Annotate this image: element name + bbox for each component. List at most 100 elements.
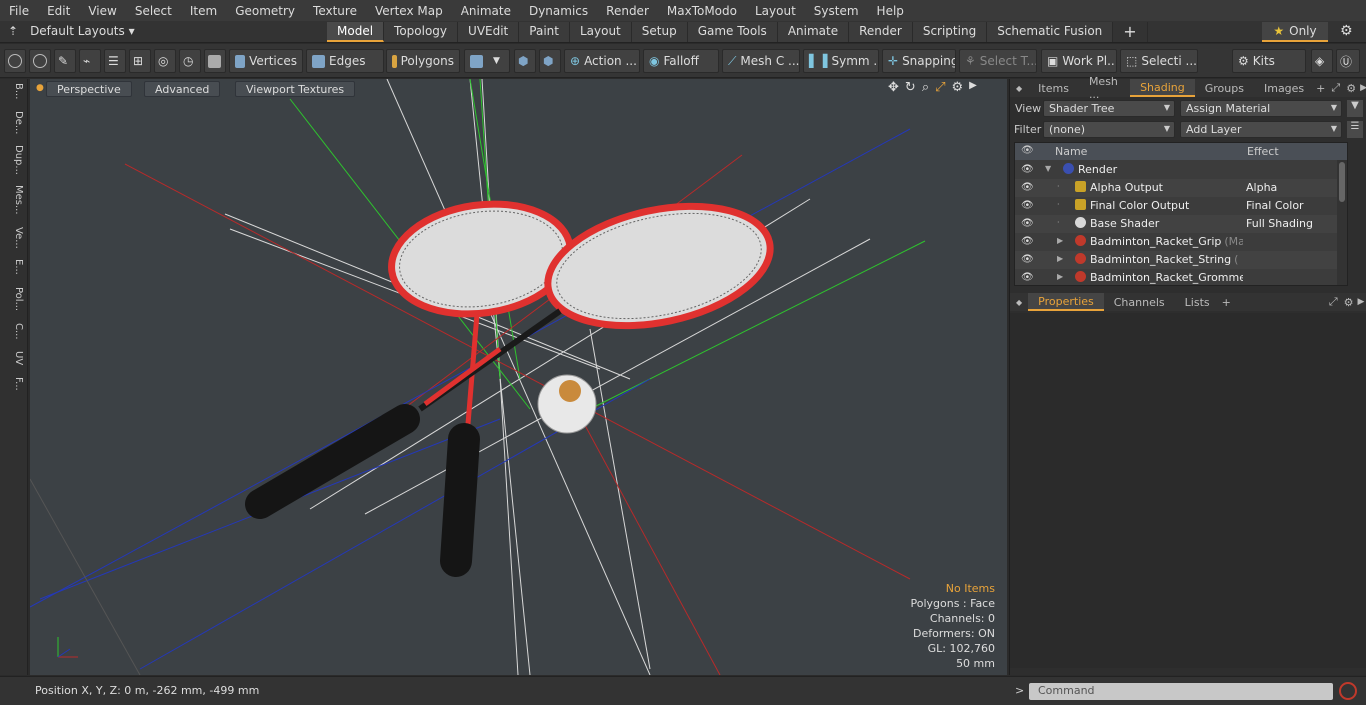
tab-images[interactable]: Images (1254, 79, 1314, 97)
command-input[interactable]: Command (1029, 683, 1333, 700)
shader-tree-row[interactable]: 👁 · Final Color Output Final Color (1015, 197, 1347, 215)
tab-shading[interactable]: Shading (1130, 79, 1195, 97)
zoom-icon[interactable]: ⌕ (922, 80, 929, 95)
visibility-eye-icon[interactable]: 👁 (1021, 272, 1034, 283)
brush-button[interactable]: ⌁ (79, 49, 101, 73)
panel-options-dot-icon[interactable]: ◆ (1010, 298, 1028, 307)
unity-button[interactable]: ◈ (1311, 49, 1333, 73)
3d-viewport[interactable]: ● Perspective Advanced Viewport Textures… (30, 79, 1007, 675)
item-mode-button[interactable] (204, 49, 226, 73)
maximize-icon[interactable]: ⤢ (1331, 81, 1340, 95)
layer-effect-dropdown[interactable]: Final Color (1246, 199, 1344, 212)
menu-item[interactable]: Item (181, 4, 226, 18)
align-button[interactable]: ☰ (104, 49, 126, 73)
tab-game-tools[interactable]: Game Tools (687, 22, 778, 42)
chevron-right-icon[interactable]: ▶ (1358, 297, 1365, 307)
tab-items[interactable]: Items (1028, 79, 1079, 97)
tab-properties[interactable]: Properties (1028, 293, 1104, 311)
tab-schematic-fusion[interactable]: Schematic Fusion (987, 22, 1114, 42)
expand-arrow-icon[interactable]: ▶ (1057, 254, 1063, 263)
shader-tree-row[interactable]: 👁 ▼ Render (1015, 161, 1347, 179)
tree-scrollbar[interactable] (1337, 160, 1347, 285)
visibility-eye-icon[interactable]: 👁 (1021, 200, 1034, 211)
maximize-icon[interactable]: ⤢ (935, 80, 945, 95)
snapping-button[interactable]: ✛ Snapping (882, 49, 956, 73)
menu-edit[interactable]: Edit (38, 4, 79, 18)
strip-tab-basic[interactable]: B... (4, 83, 24, 99)
menu-texture[interactable]: Texture (304, 4, 366, 18)
menu-file[interactable]: File (0, 4, 38, 18)
move-icon[interactable]: ✥ (888, 80, 899, 95)
tab-lists[interactable]: Lists (1175, 293, 1220, 311)
globe-button[interactable] (29, 49, 51, 73)
kits-button[interactable]: ⚙ Kits (1232, 49, 1306, 73)
material-mode-button[interactable]: ▼ (464, 49, 510, 73)
list-options-icon[interactable]: ☰ (1347, 121, 1363, 138)
expand-arrow-icon[interactable]: ▼ (1045, 164, 1051, 173)
perspective-button[interactable]: Perspective (46, 81, 132, 97)
expand-arrow-icon[interactable]: · (1057, 182, 1060, 191)
visibility-eye-icon[interactable]: 👁 (1021, 236, 1034, 247)
tab-setup[interactable]: Setup (631, 22, 688, 42)
target-button[interactable]: ◎ (154, 49, 176, 73)
tab-layout[interactable]: Layout (569, 22, 632, 42)
add-tab-button[interactable]: + (1113, 22, 1148, 42)
menu-select[interactable]: Select (126, 4, 181, 18)
shader-tree-row[interactable]: 👁 · Base Shader Full Shading (1015, 215, 1347, 233)
shader-tree-row[interactable]: 👁 ▶ Badminton_Racket_String( ... (1015, 251, 1347, 269)
layer-effect-dropdown[interactable]: Full Shading (1246, 217, 1344, 230)
menu-system[interactable]: System (805, 4, 868, 18)
viewport-textures-button[interactable]: Viewport Textures (235, 81, 356, 97)
menu-layout[interactable]: Layout (746, 4, 805, 18)
expand-arrow-icon[interactable]: ▶ (1057, 272, 1063, 281)
menu-view[interactable]: View (79, 4, 125, 18)
menu-vertex-map[interactable]: Vertex Map (366, 4, 452, 18)
add-tab-icon[interactable]: + (1316, 82, 1325, 95)
snap-settings-button[interactable]: ⬢ (514, 49, 536, 73)
visibility-eye-icon[interactable]: 👁 (1021, 218, 1034, 229)
snap-settings2-button[interactable]: ⬢ (539, 49, 561, 73)
menu-render[interactable]: Render (597, 4, 658, 18)
strip-tab-curve[interactable]: C... (4, 323, 24, 340)
pen-button[interactable]: ✎ (54, 49, 76, 73)
shader-tree-row[interactable]: 👁 · Alpha Output Alpha (1015, 179, 1347, 197)
tab-animate[interactable]: Animate (777, 22, 850, 42)
shader-tree-row[interactable]: 👁 ▶ Badminton_Racket_Grip(Ma... (1015, 233, 1347, 251)
unreal-button[interactable]: Ⓤ (1336, 49, 1360, 73)
expand-arrow-icon[interactable]: · (1057, 218, 1060, 227)
gear-icon[interactable]: ⚙ (952, 80, 964, 95)
panel-options-dot-icon[interactable]: ◆ (1010, 84, 1028, 93)
name-column-header[interactable]: Name (1055, 145, 1087, 158)
add-layer-dropdown[interactable]: Add Layer (1180, 121, 1342, 138)
clock-button[interactable]: ◷ (179, 49, 201, 73)
chevron-right-icon[interactable]: ▶ (969, 80, 977, 95)
maximize-icon[interactable]: ⤢ (1329, 295, 1338, 309)
work-plane-button[interactable]: ▣ Work Pl... (1041, 49, 1117, 73)
falloff-button[interactable]: ◉ Falloff (643, 49, 719, 73)
strip-tab-fusion[interactable]: F... (4, 377, 24, 391)
strip-tab-edge[interactable]: E... (4, 259, 24, 275)
menu-geometry[interactable]: Geometry (226, 4, 304, 18)
advanced-button[interactable]: Advanced (144, 81, 221, 97)
view-dropdown[interactable]: Shader Tree (1043, 100, 1175, 117)
grid-button[interactable]: ⊞ (129, 49, 151, 73)
symmetry-button[interactable]: ▌▐Symm ... (803, 49, 879, 73)
action-center-button[interactable]: ⊕ Action ... (564, 49, 640, 73)
strip-tab-polygon[interactable]: Pol... (4, 287, 24, 311)
rotate-icon[interactable]: ↻ (905, 80, 916, 95)
strip-tab-mesh-edit[interactable]: Mes... (4, 185, 24, 215)
add-tab-icon[interactable]: + (1222, 296, 1231, 309)
selection-sets-button[interactable]: ⬚ Selecti ... (1120, 49, 1198, 73)
visibility-eye-icon[interactable]: 👁 (1021, 254, 1034, 265)
only-toggle[interactable]: ★ Only (1262, 22, 1328, 42)
tab-topology[interactable]: Topology (384, 22, 459, 42)
filter-dropdown[interactable]: (none) (1043, 121, 1175, 138)
menu-animate[interactable]: Animate (452, 4, 520, 18)
viewport-options-dot-icon[interactable]: ● (36, 83, 44, 93)
polygons-button[interactable]: Polygons (386, 49, 460, 73)
effect-column-header[interactable]: Effect (1247, 145, 1279, 158)
tab-render[interactable]: Render (849, 22, 913, 42)
assign-material-dropdown[interactable]: Assign Material (1180, 100, 1342, 117)
tab-channels[interactable]: Channels (1104, 293, 1175, 311)
visibility-eye-icon[interactable]: 👁 (1021, 182, 1034, 193)
